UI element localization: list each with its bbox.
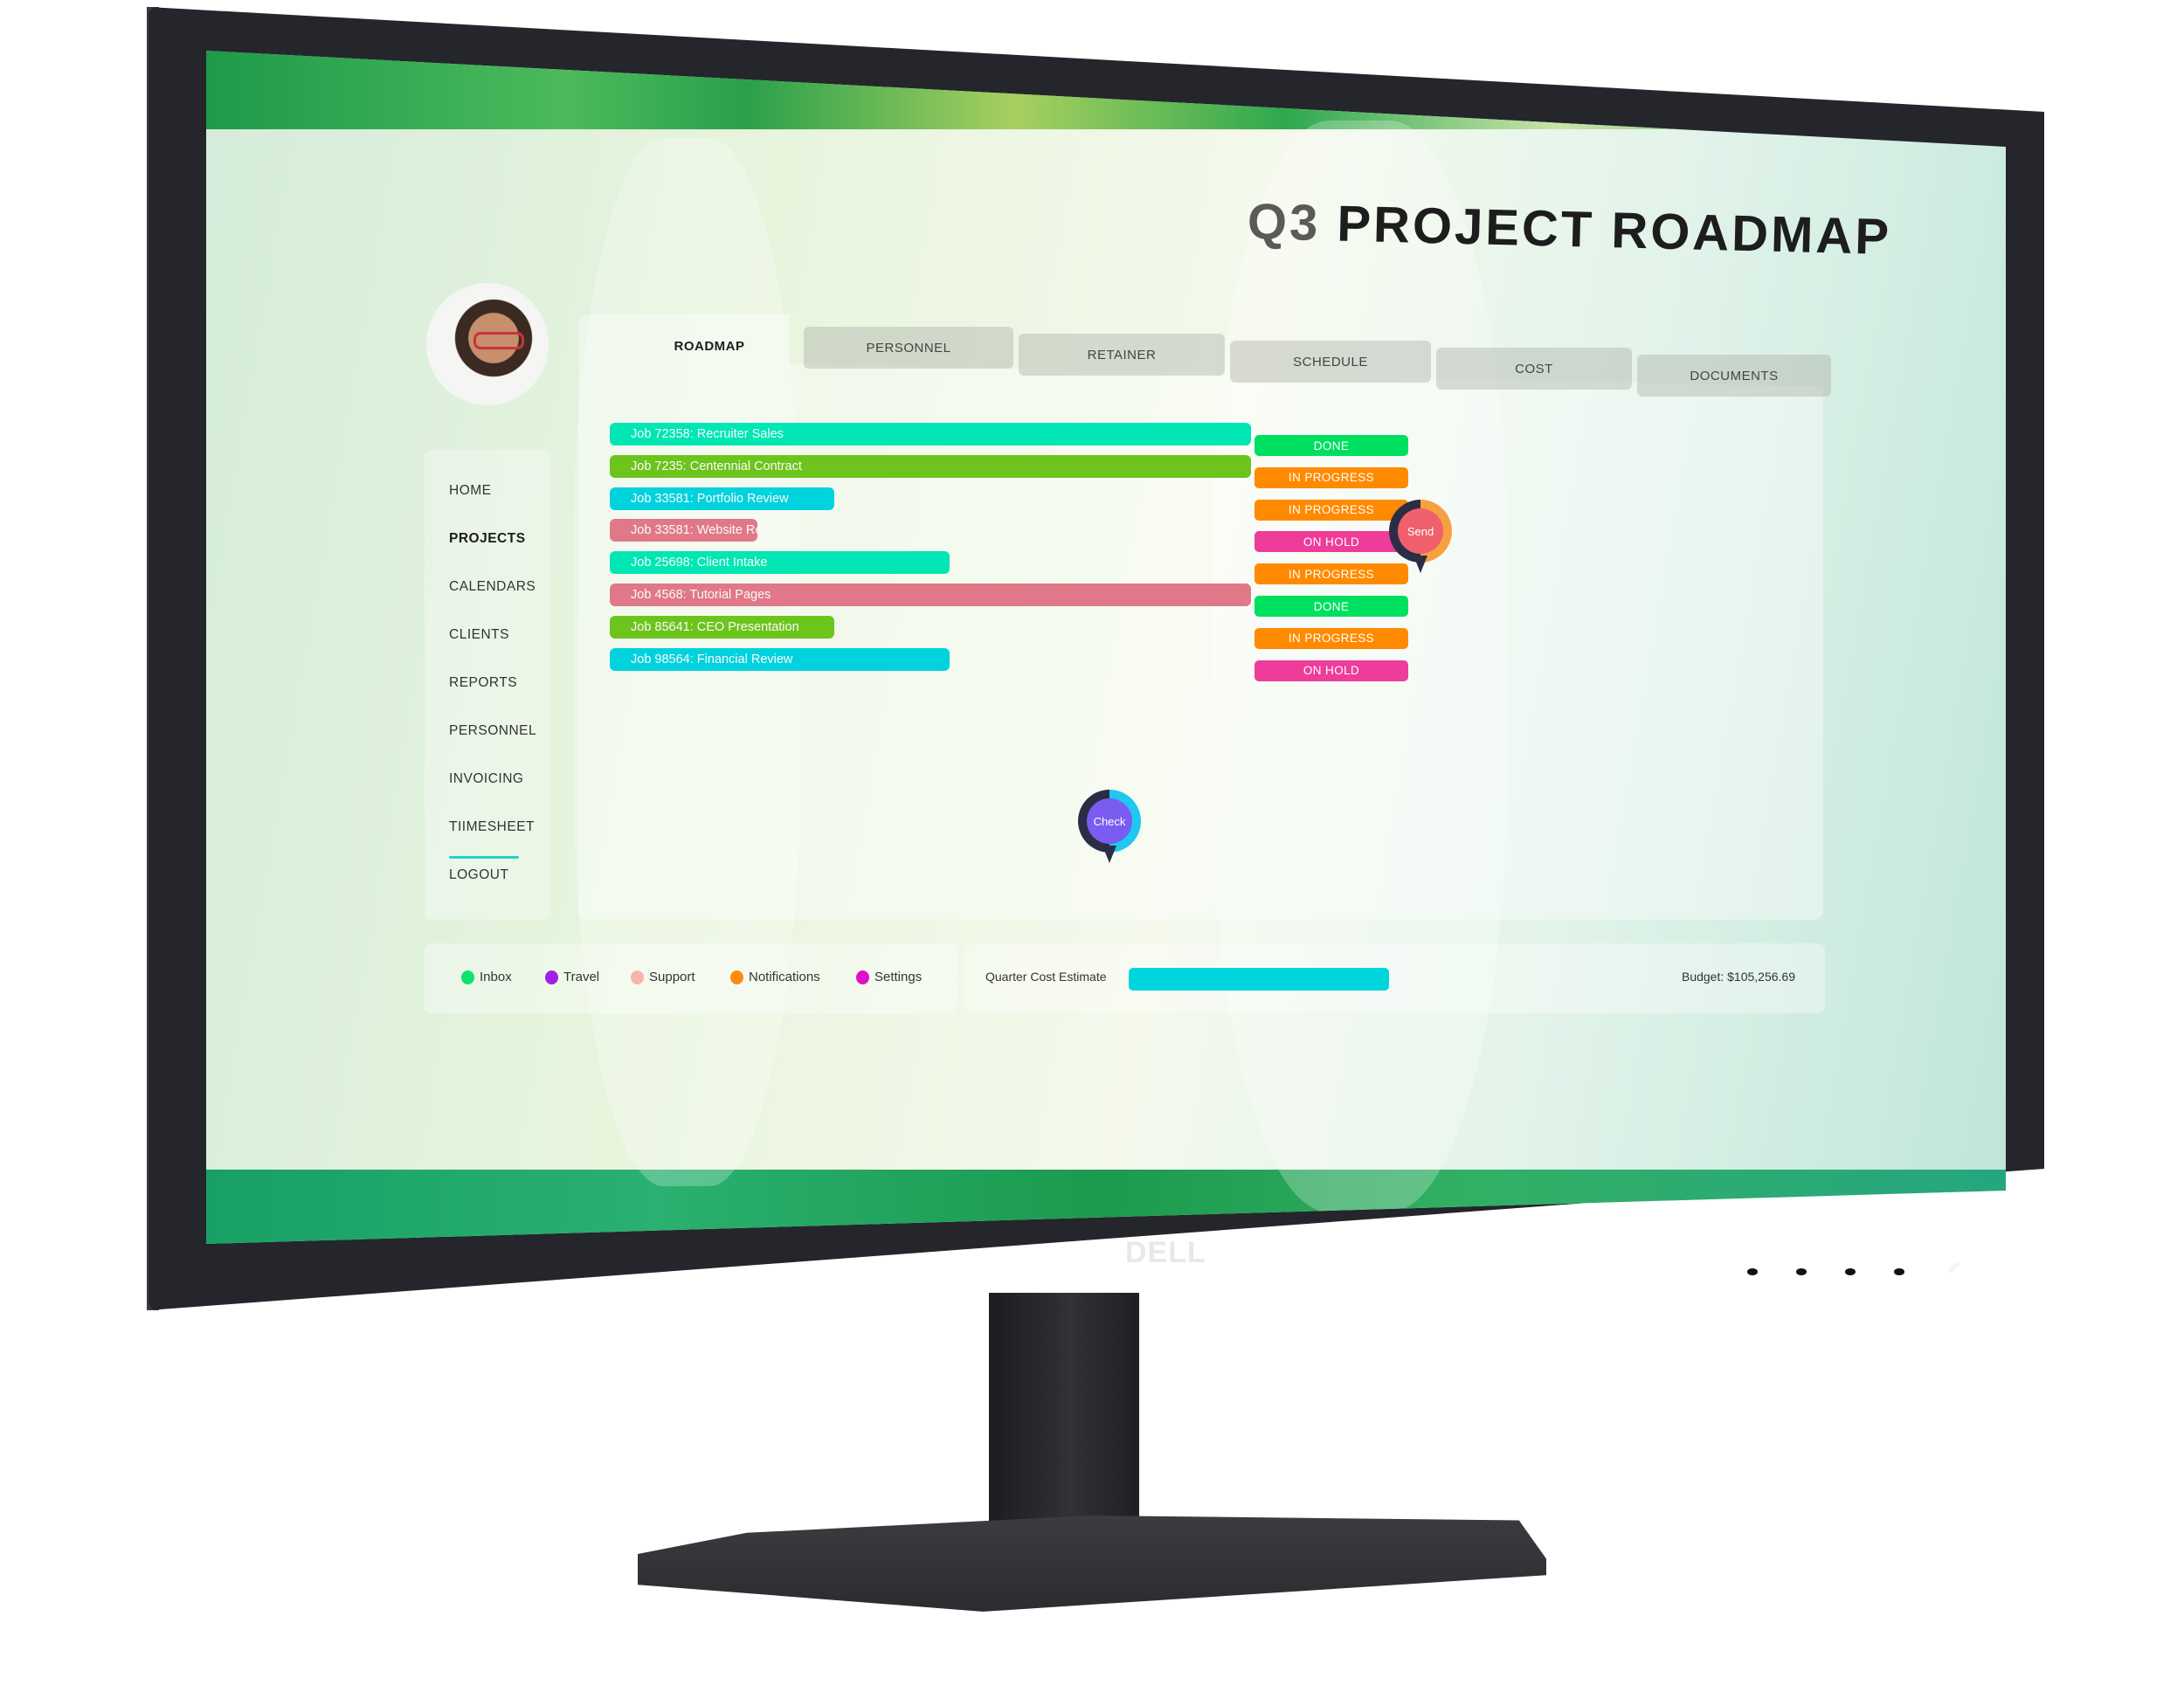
sidebar-item-invoicing[interactable]: INVOICING	[449, 771, 523, 787]
legend-panel: Inbox Travel Support Notifications Setti…	[425, 943, 957, 1013]
sidebar-item-calendars[interactable]: CALENDARS	[449, 579, 536, 595]
monitor-button-2[interactable]	[1796, 1268, 1807, 1275]
job-bar[interactable]: Job 33581: Website Redesign	[610, 519, 799, 542]
status-badge: DONE	[1254, 435, 1408, 456]
tab-cost[interactable]: COST	[1436, 348, 1632, 390]
monitor-stand-base	[638, 1516, 1546, 1612]
legend-inbox-label: Inbox	[480, 970, 512, 984]
travel-dot-icon	[545, 970, 558, 984]
tab-roadmap[interactable]: ROADMAP	[631, 325, 788, 367]
sidebar-item-timesheet[interactable]: TIIMESHEET	[449, 819, 535, 835]
tab-retainer[interactable]: RETAINER	[1019, 334, 1225, 376]
job-bar[interactable]: Job 25698: Client Intake	[610, 551, 950, 575]
sidebar-item-reports[interactable]: REPORTS	[449, 675, 517, 691]
cost-estimate-bar	[1129, 968, 1548, 991]
notifications-dot-icon	[730, 970, 743, 984]
cost-estimate-fill	[1129, 968, 1389, 991]
job-bar[interactable]: Job 7235: Centennial Contract	[610, 454, 1251, 478]
job-bar[interactable]: Job 85641: CEO Presentation	[610, 615, 834, 639]
legend-travel[interactable]: Travel	[545, 970, 599, 984]
send-pin[interactable]: Send	[1389, 500, 1452, 580]
monitor-button-3[interactable]	[1845, 1268, 1856, 1275]
status-badge: DONE	[1254, 596, 1408, 617]
sidebar-item-clients[interactable]: CLIENTS	[449, 627, 509, 643]
legend-settings[interactable]: Settings	[856, 970, 922, 984]
job-label: Job 98564: Financial Review	[631, 652, 793, 666]
legend-notifications[interactable]: Notifications	[730, 970, 820, 984]
title-quarter: Q3	[1247, 193, 1322, 252]
sidebar: HOME PROJECTS CALENDARS CLIENTS REPORTS …	[425, 450, 550, 920]
sidebar-active-underline	[449, 856, 519, 859]
settings-dot-icon	[856, 970, 869, 984]
status-badge: IN PROGRESS	[1254, 499, 1408, 521]
tab-schedule[interactable]: SCHEDULE	[1230, 341, 1431, 383]
job-label: Job 72358: Recruiter Sales	[631, 427, 784, 441]
job-label: Job 33581: Portfolio Review	[631, 491, 789, 506]
support-dot-icon	[631, 970, 644, 984]
monitor-button-4[interactable]	[1894, 1268, 1904, 1275]
status-badge: IN PROGRESS	[1254, 627, 1408, 649]
legend-notifications-label: Notifications	[749, 970, 820, 984]
sidebar-item-logout[interactable]: LOGOUT	[449, 867, 508, 883]
job-label: Job 33581: Website Redesign	[631, 523, 800, 538]
monitor-stand-neck	[989, 1293, 1139, 1555]
check-pin-label[interactable]: Check	[1087, 798, 1132, 844]
legend-support[interactable]: Support	[631, 970, 695, 984]
sidebar-item-home[interactable]: HOME	[449, 483, 492, 499]
budget-value: Budget: $105,256.69	[1681, 970, 1795, 984]
send-pin-tail	[1413, 556, 1427, 573]
job-label: Job 4568: Tutorial Pages	[631, 588, 771, 602]
status-badge: ON HOLD	[1254, 531, 1408, 553]
legend-settings-label: Settings	[874, 970, 923, 984]
avatar[interactable]	[426, 283, 549, 405]
inbox-dot-icon	[461, 970, 474, 984]
avatar-glasses	[473, 332, 524, 349]
status-badge: ON HOLD	[1254, 659, 1408, 681]
sidebar-item-projects[interactable]: PROJECTS	[449, 531, 526, 547]
legend-support-label: Support	[649, 970, 695, 984]
tab-documents[interactable]: DOCUMENTS	[1637, 355, 1831, 397]
job-label: Job 85641: CEO Presentation	[631, 619, 799, 634]
sidebar-item-personnel[interactable]: PERSONNEL	[449, 723, 536, 739]
job-bar[interactable]: Job 98564: Financial Review	[610, 647, 950, 671]
tab-personnel[interactable]: PERSONNEL	[804, 327, 1013, 369]
check-pin-tail	[1102, 846, 1116, 863]
cost-panel: Quarter Cost Estimate Budget: $105,256.6…	[964, 943, 1825, 1013]
job-label: Job 25698: Client Intake	[631, 556, 768, 570]
send-pin-label[interactable]: Send	[1398, 508, 1443, 554]
cost-estimate-label: Quarter Cost Estimate	[985, 970, 1107, 984]
job-bar[interactable]: Job 4568: Tutorial Pages	[610, 584, 1251, 606]
job-label: Job 7235: Centennial Contract	[631, 459, 802, 473]
dell-logo: DELL	[1125, 1236, 1206, 1269]
power-led-icon[interactable]	[1948, 1261, 1960, 1273]
status-badge: IN PROGRESS	[1254, 563, 1408, 585]
roadmap-panel: ROADMAP PERSONNEL RETAINER SCHEDULE COST…	[578, 314, 1831, 920]
status-badge: IN PROGRESS	[1254, 466, 1408, 488]
monitor-button-1[interactable]	[1747, 1268, 1758, 1275]
check-pin[interactable]: Check	[1078, 790, 1141, 870]
legend-travel-label: Travel	[563, 970, 600, 984]
job-bar[interactable]: Job 33581: Portfolio Review	[610, 487, 834, 510]
job-bar[interactable]: Job 72358: Recruiter Sales	[610, 423, 1251, 445]
legend-inbox[interactable]: Inbox	[461, 970, 512, 984]
